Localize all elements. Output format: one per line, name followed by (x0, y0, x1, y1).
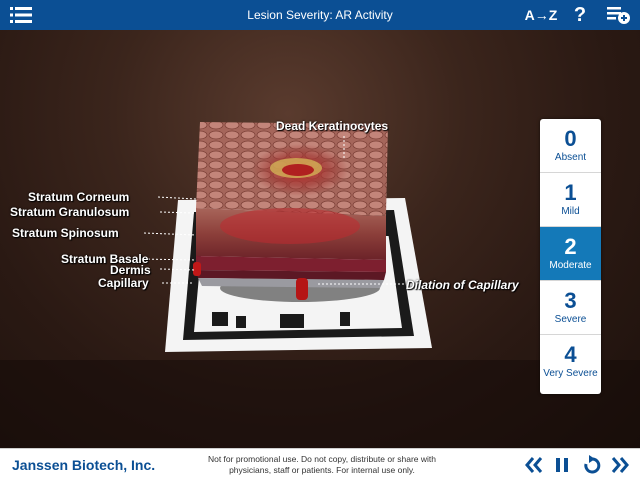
double-chevron-left-icon (525, 457, 543, 473)
playlist-add-icon (607, 7, 630, 24)
previous-button[interactable] (522, 453, 546, 477)
label-dermis: Dermis (110, 263, 151, 277)
label-stratum-granulosum: Stratum Granulosum (10, 205, 130, 219)
pause-button[interactable] (550, 453, 574, 477)
severity-number: 3 (564, 288, 577, 313)
severity-option-1[interactable]: 1 Mild (540, 173, 601, 227)
ar-camera-view[interactable]: Dead Keratinocytes Stratum Corneum Strat… (0, 30, 640, 448)
severity-label: Moderate (549, 260, 592, 271)
help-button[interactable]: ? (568, 0, 592, 30)
label-stratum-corneum: Stratum Corneum (28, 190, 130, 204)
severity-label: Severe (554, 314, 587, 325)
replay-icon (584, 455, 601, 474)
severity-number: 2 (564, 234, 577, 259)
label-capillary: Capillary (98, 276, 149, 290)
severity-option-3[interactable]: 3 Severe (540, 281, 601, 335)
severity-option-4[interactable]: 4 Very Severe (540, 335, 601, 389)
disclaimer-line-1: Not for promotional use. Do not copy, di… (207, 454, 437, 464)
severity-number: 0 (564, 126, 577, 151)
severity-option-0[interactable]: 0 Absent (540, 119, 601, 173)
severity-number: 1 (564, 180, 577, 205)
top-bar: Lesion Severity: AR Activity A→Z ? (0, 0, 640, 30)
label-dilation-of-capillary: Dilation of Capillary (406, 278, 519, 292)
severity-option-2[interactable]: 2 Moderate (540, 227, 601, 281)
replay-button[interactable] (580, 453, 604, 477)
label-dead-keratinocytes: Dead Keratinocytes (276, 119, 389, 133)
footer-bar: Janssen Biotech, Inc. Not for promotiona… (0, 448, 640, 481)
glossary-az-button[interactable]: A→Z (524, 0, 558, 30)
glossary-az-icon: A→Z (524, 7, 558, 23)
double-chevron-right-icon (611, 457, 629, 473)
severity-label: Absent (554, 152, 587, 163)
severity-label: Very Severe (543, 368, 598, 379)
severity-number: 4 (564, 342, 577, 367)
pause-icon (556, 458, 568, 472)
menu-button[interactable] (8, 0, 34, 30)
disclaimer-text: Not for promotional use. Do not copy, di… (196, 454, 448, 476)
playlist-add-button[interactable] (604, 0, 634, 30)
brand-name: Janssen Biotech, Inc. (12, 457, 156, 473)
next-button[interactable] (608, 453, 632, 477)
disclaimer-line-2: physicians, staff or patients. For inter… (229, 465, 415, 475)
label-stratum-spinosum: Stratum Spinosum (12, 226, 119, 240)
severity-label: Mild (561, 206, 580, 217)
list-menu-icon (10, 7, 32, 23)
help-icon: ? (573, 3, 587, 26)
severity-selector: 0 Absent 1 Mild 2 Moderate 3 Severe 4 Ve… (540, 119, 601, 394)
